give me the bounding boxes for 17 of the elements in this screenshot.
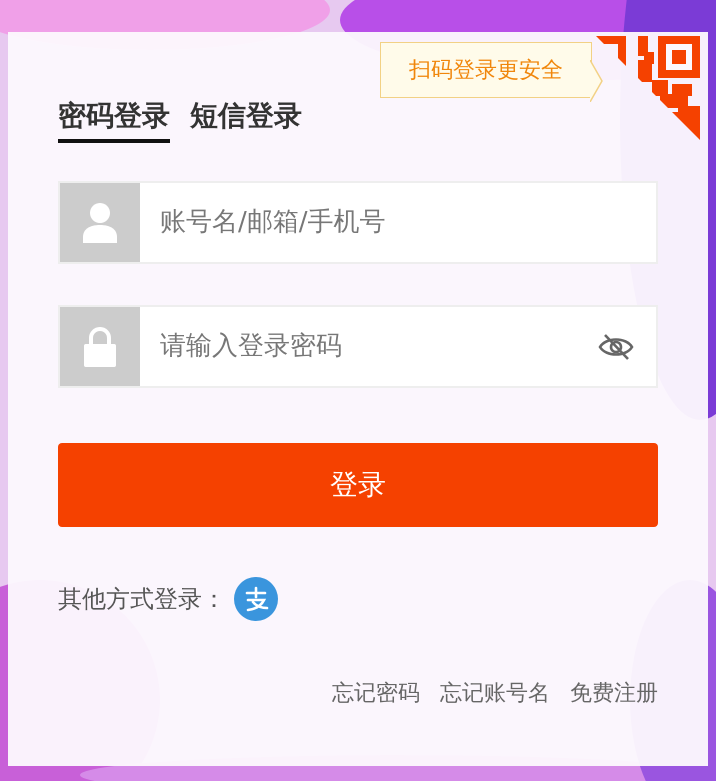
account-input-box[interactable]: 账号名/邮箱/手机号 <box>58 181 658 264</box>
account-field[interactable]: 账号名/邮箱/手机号 <box>140 183 656 262</box>
qr-code-icon[interactable] <box>596 36 700 140</box>
lock-icon <box>84 326 116 366</box>
footer-link[interactable]: 免费注册 <box>570 677 658 710</box>
password-field[interactable]: 请输入登录密码 <box>140 307 598 386</box>
eye-slash-icon[interactable] <box>598 332 634 360</box>
tooltip-arrow-icon <box>590 60 604 102</box>
footer-link[interactable]: 忘记密码 <box>332 677 420 710</box>
login-tab[interactable]: 短信登录 <box>190 98 302 143</box>
footer-link[interactable]: 忘记账号名 <box>440 677 550 710</box>
other-login-label: 其他方式登录： <box>58 584 226 615</box>
user-icon <box>83 202 117 242</box>
payment-icon[interactable] <box>234 577 278 621</box>
password-input-box[interactable]: 请输入登录密码 <box>58 305 658 388</box>
login-button[interactable]: 登录 <box>58 443 658 527</box>
login-tab[interactable]: 密码登录 <box>58 98 170 143</box>
